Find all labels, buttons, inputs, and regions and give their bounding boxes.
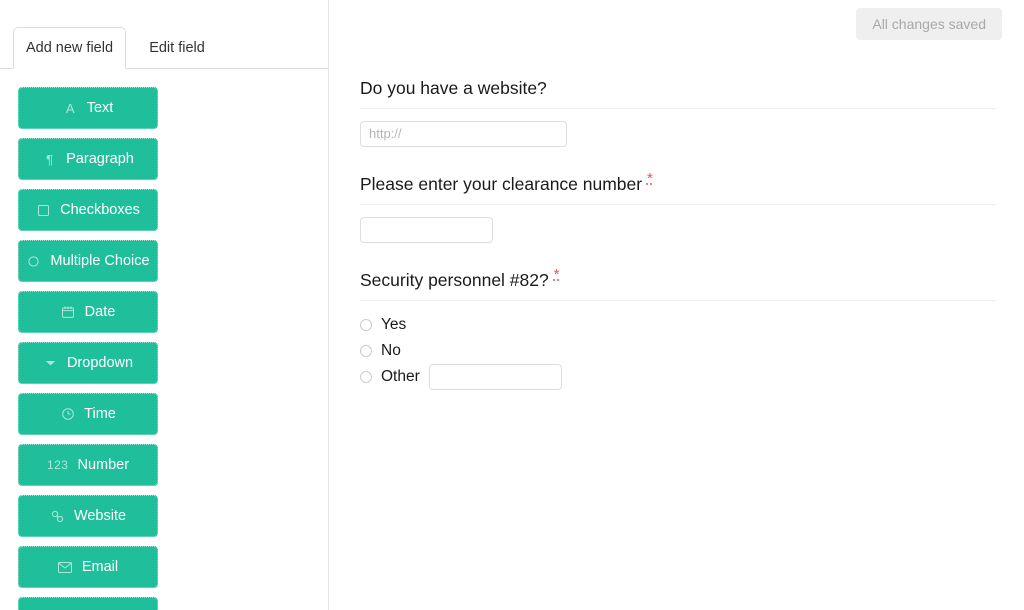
add-field-text-button[interactable]: A Text: [18, 87, 158, 129]
required-asterisk: *: [553, 265, 560, 283]
save-status-badge: All changes saved: [856, 8, 1002, 40]
radio-option-yes[interactable]: Yes: [360, 312, 996, 338]
field-palette: A Text ¶ Paragraph Checkboxes Multiple C…: [18, 87, 311, 610]
question-label-text: Do you have a website?: [360, 78, 547, 98]
tab-add-new-field[interactable]: Add new field: [13, 27, 126, 69]
other-option-input[interactable]: [428, 363, 562, 390]
add-field-website-button[interactable]: Website: [18, 495, 158, 537]
envelope-icon: [58, 561, 73, 573]
form-question-clearance-number[interactable]: Please enter your clearance number *: [360, 171, 996, 243]
radio-circle-icon[interactable]: [360, 344, 372, 357]
paragraph-icon: ¶: [46, 151, 54, 167]
add-field-dropdown-button[interactable]: Dropdown: [18, 342, 158, 384]
caret-down-icon: [43, 359, 58, 367]
form-question-website[interactable]: Do you have a website?: [360, 78, 996, 147]
add-field-checkboxes-label: Checkboxes: [60, 201, 140, 218]
add-field-time-label: Time: [84, 405, 116, 422]
add-field-date-label: Date: [84, 303, 116, 320]
clock-icon: [60, 408, 75, 420]
link-chain-icon: [50, 510, 65, 523]
form-question-security-personnel[interactable]: Security personnel #82? * Yes No Other: [360, 267, 996, 390]
radio-circle-icon: [26, 255, 41, 267]
radio-option-no[interactable]: No: [360, 338, 996, 364]
add-field-website-label: Website: [73, 507, 127, 524]
add-field-text-label: Text: [86, 99, 114, 116]
required-asterisk: *: [646, 170, 653, 188]
checkbox-icon: [36, 204, 51, 216]
tab-edit-field-label: Edit field: [149, 40, 205, 56]
calendar-icon: [61, 306, 76, 318]
radio-option-label: Other: [381, 367, 420, 385]
tab-add-new-field-label: Add new field: [25, 40, 114, 56]
radio-option-label: Yes: [381, 315, 407, 333]
radio-circle-icon[interactable]: [360, 318, 372, 331]
radio-option-other[interactable]: Other: [360, 363, 996, 390]
clearance-number-input[interactable]: [360, 216, 493, 243]
tab-bar: Add new field Edit field: [0, 0, 329, 69]
number-123-icon: 123: [46, 458, 69, 472]
add-field-email-label: Email: [81, 558, 119, 575]
tab-edit-field[interactable]: Edit field: [130, 27, 224, 69]
text-icon: A: [65, 100, 75, 116]
add-field-number-button[interactable]: 123 Number: [18, 444, 158, 486]
question-label-text: Please enter your clearance number: [360, 173, 643, 194]
add-field-paragraph-label: Paragraph: [66, 150, 134, 167]
form-builder-app: Add new field Edit field A Text ¶ Paragr…: [0, 0, 1024, 610]
question-label: Please enter your clearance number *: [360, 171, 996, 205]
add-field-price-button[interactable]: $ Price: [18, 597, 158, 610]
form-preview-panel: All changes saved Do you have a website?…: [329, 0, 1024, 610]
radio-option-label: No: [381, 341, 401, 359]
radio-option-list: Yes No Other: [360, 312, 996, 390]
add-field-multiple-choice-label: Multiple Choice: [50, 252, 150, 269]
add-field-checkboxes-button[interactable]: Checkboxes: [18, 189, 158, 231]
add-field-dropdown-label: Dropdown: [66, 354, 134, 371]
field-palette-grid: A Text ¶ Paragraph Checkboxes Multiple C…: [18, 87, 311, 610]
question-label: Security personnel #82? *: [360, 267, 996, 301]
add-field-paragraph-button[interactable]: ¶ Paragraph: [18, 138, 158, 180]
add-field-time-button[interactable]: Time: [18, 393, 158, 435]
add-field-email-button[interactable]: Email: [18, 546, 158, 588]
sidebar: Add new field Edit field A Text ¶ Paragr…: [0, 0, 329, 610]
add-field-number-label: Number: [77, 456, 130, 473]
question-label-text: Security personnel #82?: [360, 269, 549, 290]
radio-circle-icon[interactable]: [360, 370, 372, 383]
form-fields-list: Do you have a website? Please enter your…: [360, 78, 996, 417]
question-label: Do you have a website?: [360, 78, 996, 109]
website-input[interactable]: [360, 120, 567, 147]
add-field-date-button[interactable]: Date: [18, 291, 158, 333]
add-field-multiple-choice-button[interactable]: Multiple Choice: [18, 240, 158, 282]
